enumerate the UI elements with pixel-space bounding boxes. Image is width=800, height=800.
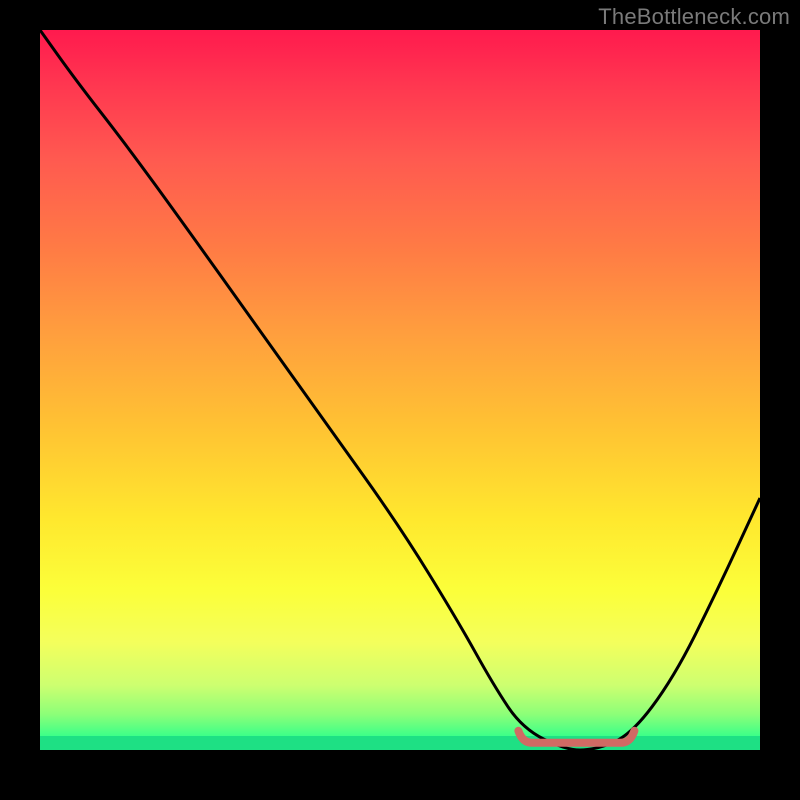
curve-svg (40, 30, 760, 750)
watermark-text: TheBottleneck.com (598, 4, 790, 30)
chart-frame: TheBottleneck.com (0, 0, 800, 800)
optimal-segment (518, 731, 634, 743)
bottleneck-curve (40, 30, 760, 750)
plot-area (40, 30, 760, 750)
